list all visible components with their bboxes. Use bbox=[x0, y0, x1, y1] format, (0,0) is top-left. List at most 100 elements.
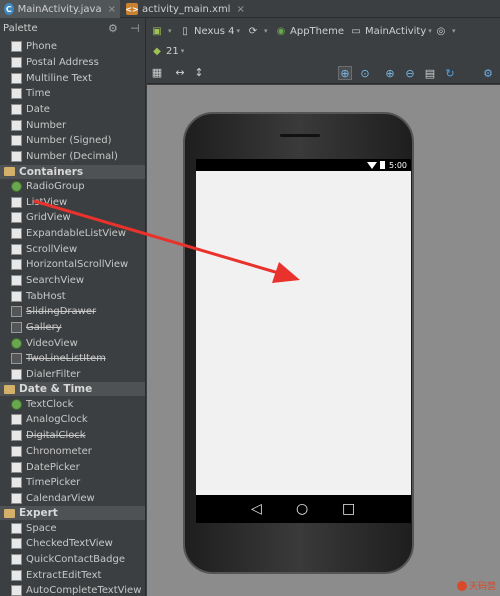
widget-icon bbox=[11, 119, 22, 131]
palette-item-label: ExpandableListView bbox=[26, 227, 127, 239]
palette-category[interactable]: Expert bbox=[0, 506, 145, 521]
horizontal-resize-icon[interactable]: ↔ bbox=[173, 65, 187, 79]
theme-selector[interactable]: ◉ AppTheme bbox=[275, 22, 344, 40]
palette-item[interactable]: Space bbox=[0, 520, 145, 536]
design-canvas[interactable]: 5:00 ◁ ○ □ 天码营 bbox=[147, 85, 500, 596]
palette-item[interactable]: Number bbox=[0, 117, 145, 133]
tab-label: activity_main.xml bbox=[142, 3, 231, 15]
widget-icon bbox=[11, 522, 22, 534]
zoom-actual-icon[interactable]: ⊙ bbox=[358, 66, 372, 80]
palette-item[interactable]: CheckedTextView bbox=[0, 536, 145, 552]
palette-item[interactable]: DatePicker bbox=[0, 459, 145, 475]
orientation-button[interactable]: ⟳ ▾ bbox=[247, 22, 268, 40]
palette-item[interactable]: Postal Address bbox=[0, 55, 145, 71]
zoom-out-icon[interactable]: ⊖ bbox=[403, 66, 417, 80]
widget-icon bbox=[11, 243, 22, 255]
palette-item[interactable]: SlidingDrawer bbox=[0, 304, 145, 320]
widget-icon bbox=[11, 57, 22, 69]
palette-item[interactable]: TimePicker bbox=[0, 475, 145, 491]
device-frame: 5:00 ◁ ○ □ bbox=[183, 112, 414, 574]
palette-item-label: Time bbox=[26, 88, 51, 100]
chevron-down-icon: ▾ bbox=[428, 27, 432, 35]
palette-category[interactable]: Containers bbox=[0, 164, 145, 179]
zoom-fit-icon[interactable]: ⊕ bbox=[338, 66, 352, 80]
palette-item[interactable]: GridView bbox=[0, 210, 145, 226]
palette-item[interactable]: AnalogClock bbox=[0, 412, 145, 428]
widget-icon bbox=[11, 398, 22, 410]
chevron-down-icon: ▾ bbox=[236, 27, 240, 35]
tab-activity-main-xml[interactable]: <> activity_main.xml × bbox=[122, 0, 245, 18]
palette-item-label: Number (Decimal) bbox=[26, 151, 118, 163]
palette-item[interactable]: RadioGroup bbox=[0, 179, 145, 195]
pin-icon[interactable]: ⊣ bbox=[130, 22, 140, 35]
palette-item[interactable]: AutoCompleteTextView bbox=[0, 583, 145, 596]
watermark: 天码营 bbox=[456, 579, 496, 592]
xml-file-icon: <> bbox=[125, 3, 139, 15]
activity-selector[interactable]: ▭ MainActivity ▾ bbox=[350, 22, 432, 40]
zoom-in-icon[interactable]: ⊕ bbox=[383, 66, 397, 80]
close-icon[interactable]: × bbox=[108, 4, 116, 15]
widget-icon bbox=[11, 430, 22, 442]
palette-item[interactable]: ListView bbox=[0, 194, 145, 210]
watermark-logo-icon bbox=[456, 580, 467, 591]
palette-item[interactable]: Chronometer bbox=[0, 444, 145, 460]
widget-icon bbox=[11, 353, 22, 365]
palette-item-label: Gallery bbox=[26, 322, 62, 334]
layout-mode-button[interactable]: ▣ ▾ bbox=[151, 22, 171, 40]
chevron-down-icon: ▾ bbox=[264, 27, 268, 35]
activity-label: MainActivity bbox=[365, 25, 427, 37]
palette-item-label: Phone bbox=[26, 41, 57, 53]
refresh-icon[interactable]: ↻ bbox=[443, 66, 457, 80]
palette-item[interactable]: DigitalClock bbox=[0, 428, 145, 444]
close-icon[interactable]: × bbox=[236, 4, 244, 15]
globe-icon: ◎ bbox=[436, 25, 446, 37]
palette-item[interactable]: QuickContactBadge bbox=[0, 552, 145, 568]
palette-item[interactable]: VideoView bbox=[0, 335, 145, 351]
grid-icon[interactable]: ▦ bbox=[150, 65, 164, 79]
palette-item[interactable]: ScrollView bbox=[0, 241, 145, 257]
palette-item-label: CheckedTextView bbox=[26, 538, 113, 550]
palette-item[interactable]: CalendarView bbox=[0, 491, 145, 507]
tab-mainactivity-java[interactable]: C MainActivity.java × bbox=[0, 0, 120, 18]
palette-item[interactable]: HorizontalScrollView bbox=[0, 257, 145, 273]
locale-selector[interactable]: ◎ ▾ bbox=[435, 22, 456, 40]
palette-item[interactable]: Time bbox=[0, 86, 145, 102]
palette-item[interactable]: ExpandableListView bbox=[0, 226, 145, 242]
palette-item[interactable]: TextClock bbox=[0, 396, 145, 412]
chevron-down-icon: ▾ bbox=[452, 27, 456, 35]
palette-item[interactable]: TwoLineListItem bbox=[0, 351, 145, 367]
palette-item-label: Postal Address bbox=[26, 57, 99, 69]
palette-item[interactable]: TabHost bbox=[0, 288, 145, 304]
palette-item-label: GridView bbox=[26, 212, 71, 224]
palette-item[interactable]: ExtractEditText bbox=[0, 567, 145, 583]
palette-item[interactable]: Date bbox=[0, 102, 145, 118]
palette-category-label: Date & Time bbox=[19, 383, 93, 396]
widget-icon bbox=[11, 212, 22, 224]
palette-item[interactable]: Phone bbox=[0, 39, 145, 55]
widget-icon bbox=[11, 135, 22, 147]
palette-item[interactable]: Gallery bbox=[0, 320, 145, 336]
palette-item-label: HorizontalScrollView bbox=[26, 259, 129, 271]
widget-icon bbox=[11, 369, 22, 381]
palette-item-label: TimePicker bbox=[26, 477, 81, 489]
palette-item-label: CalendarView bbox=[26, 492, 95, 504]
widget-icon bbox=[11, 337, 22, 349]
gear-icon[interactable]: ⚙ bbox=[481, 66, 495, 80]
widget-icon bbox=[11, 41, 22, 53]
palette-item[interactable]: DialerFilter bbox=[0, 367, 145, 383]
android-icon: ▣ bbox=[152, 25, 162, 37]
palette-item[interactable]: Number (Decimal) bbox=[0, 149, 145, 165]
gear-icon[interactable]: ⚙ bbox=[108, 22, 118, 35]
api-level-selector[interactable]: ◆ 21 ▾ bbox=[151, 42, 184, 60]
vertical-resize-icon[interactable]: ↕ bbox=[192, 65, 206, 79]
palette-item[interactable]: SearchView bbox=[0, 273, 145, 289]
palette-item-label: ScrollView bbox=[26, 243, 78, 255]
palette-item[interactable]: Number (Signed) bbox=[0, 133, 145, 149]
layout-content-area[interactable] bbox=[196, 171, 411, 495]
screenshot-icon[interactable]: ▤ bbox=[423, 66, 437, 80]
palette-item[interactable]: Multiline Text bbox=[0, 70, 145, 86]
palette-item-label: TextClock bbox=[26, 398, 74, 410]
palette-category[interactable]: Date & Time bbox=[0, 382, 145, 397]
palette-item-label: Multiline Text bbox=[26, 72, 92, 84]
device-selector[interactable]: ▯ Nexus 4 ▾ bbox=[179, 22, 240, 40]
